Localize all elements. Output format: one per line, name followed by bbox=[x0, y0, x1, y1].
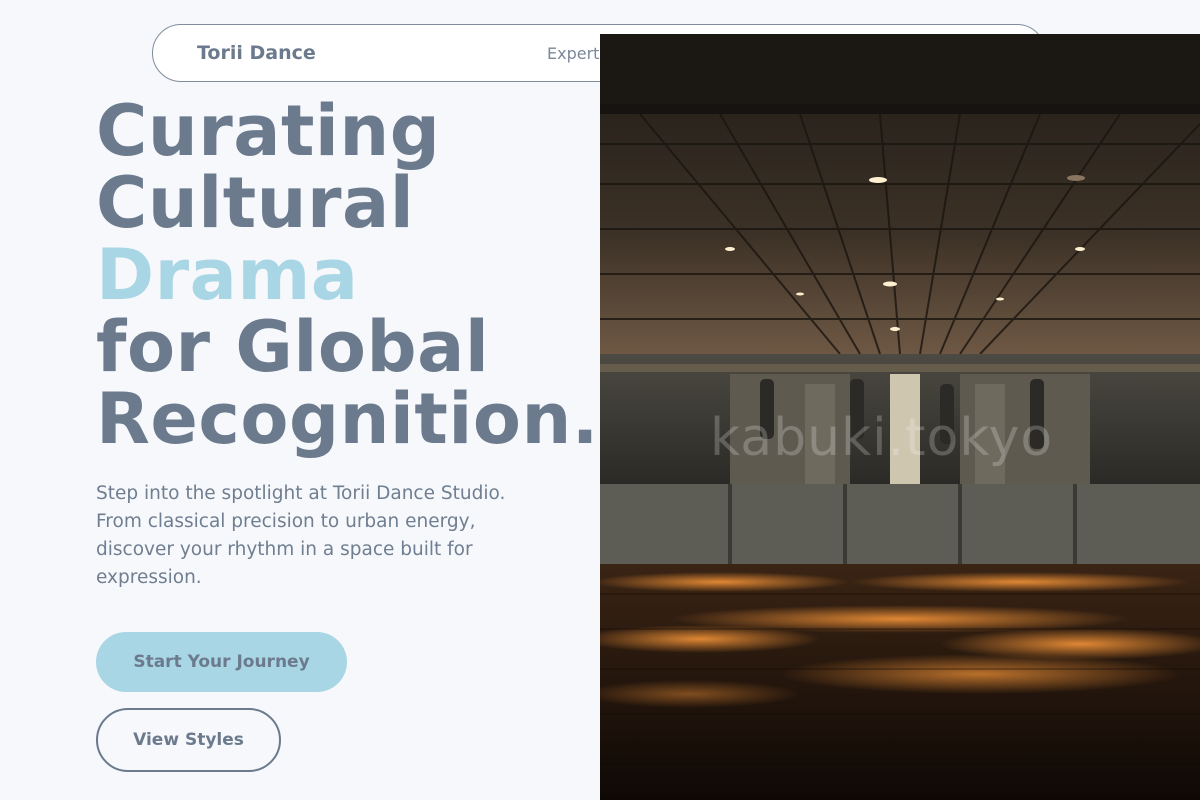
headline-line-4: for Global bbox=[96, 306, 490, 388]
headline-line-2: Cultural bbox=[96, 162, 415, 244]
hero-description: Step into the spotlight at Torii Dance S… bbox=[96, 483, 506, 588]
photo-watermark: kabuki.tokyo bbox=[710, 408, 1054, 468]
hero-headline: Curating Cultural Drama for Global Recog… bbox=[96, 95, 599, 455]
brand-logo[interactable]: Torii Dance bbox=[197, 42, 316, 64]
view-styles-button[interactable]: View Styles bbox=[96, 708, 281, 772]
headline-line-1: Curating bbox=[96, 90, 441, 172]
headline-line-5: Recognition. bbox=[96, 378, 599, 460]
start-journey-button[interactable]: Start Your Journey bbox=[96, 632, 347, 692]
nav-link-expert[interactable]: Expert bbox=[547, 44, 599, 63]
headline-accent-word: Drama bbox=[96, 234, 359, 316]
hero-photo: kabuki.tokyo bbox=[600, 34, 1200, 800]
landing-page: Torii Dance Expert Curating Cultural Dra… bbox=[0, 0, 1200, 800]
